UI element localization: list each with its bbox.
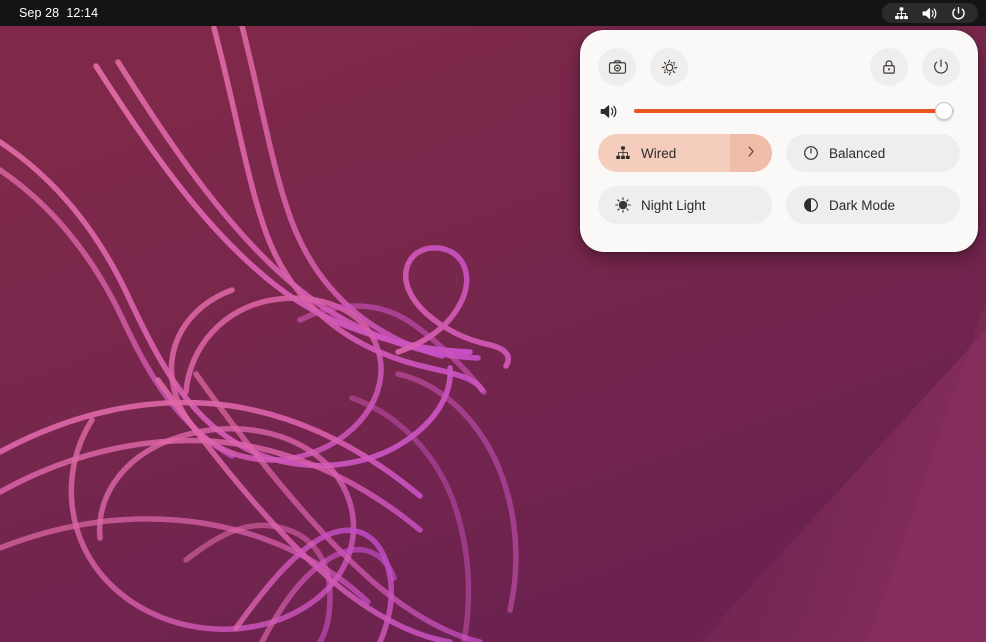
volume-slider-handle[interactable] (935, 102, 954, 120)
system-tray[interactable] (882, 3, 978, 23)
night-light-icon (614, 196, 632, 214)
wired-tile[interactable]: Wired (598, 134, 772, 172)
gear-icon (660, 58, 679, 77)
power-mode-tile[interactable]: Balanced (786, 134, 960, 172)
volume-icon (922, 6, 938, 21)
tile-label: Wired (641, 145, 677, 161)
power-button[interactable] (922, 48, 960, 86)
lock-icon (880, 58, 898, 76)
wired-submenu-button[interactable] (730, 134, 772, 172)
screenshot-button[interactable] (598, 48, 636, 86)
volume-slider[interactable] (634, 101, 954, 121)
camera-icon (608, 58, 627, 77)
tile-label: Night Light (641, 197, 706, 213)
dark-mode-icon (802, 196, 820, 214)
volume-icon (600, 103, 626, 120)
settings-button[interactable] (650, 48, 688, 86)
dark-mode-tile[interactable]: Dark Mode (786, 186, 960, 224)
tile-label: Balanced (829, 145, 886, 161)
quick-settings-panel: Wired Balanced Night Light Dark Mode (580, 30, 978, 252)
quick-settings-actions (598, 46, 960, 88)
top-bar: Sep 28 12:14 (0, 0, 986, 26)
night-light-tile[interactable]: Night Light (598, 186, 772, 224)
power-icon (951, 6, 966, 21)
lock-button[interactable] (870, 48, 908, 86)
power-profile-icon (802, 144, 820, 162)
volume-slider-row (598, 96, 960, 126)
tile-label: Dark Mode (829, 197, 896, 213)
power-icon (932, 58, 950, 76)
volume-slider-fill (634, 109, 945, 113)
quick-settings-tiles: Wired Balanced Night Light Dark Mode (598, 134, 960, 224)
desktop: Sep 28 12:14 Wired Balanced Night Light … (0, 0, 986, 642)
chevron-right-icon (745, 144, 757, 162)
wired-network-icon (894, 6, 909, 21)
clock[interactable]: Sep 28 12:14 (19, 6, 98, 20)
wired-network-icon (614, 144, 632, 162)
